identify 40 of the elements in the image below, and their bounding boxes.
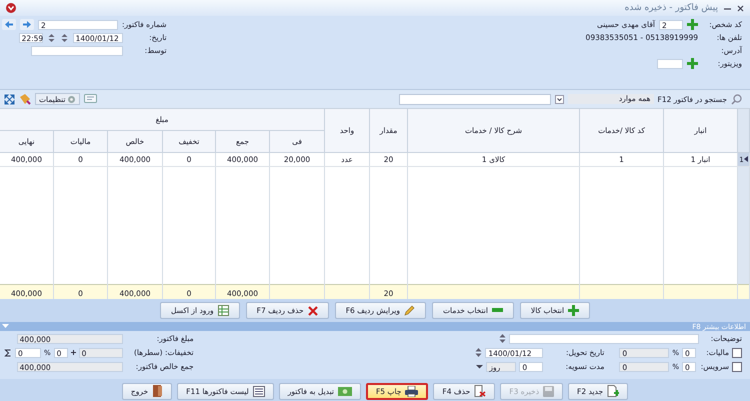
spinner-icon[interactable] — [475, 348, 482, 357]
dropdown-caret-icon[interactable] — [554, 94, 564, 104]
collapse-caret-icon — [2, 324, 9, 329]
plus-sign-icon — [70, 350, 76, 355]
current-row-icon — [744, 156, 748, 162]
search-field[interactable] — [398, 94, 551, 104]
door-icon — [152, 385, 164, 397]
close-icon[interactable] — [737, 4, 744, 12]
previous-arrow-icon[interactable] — [2, 19, 16, 30]
add-icon[interactable] — [687, 19, 698, 30]
dropdown-caret-icon[interactable] — [476, 362, 484, 371]
paint-icon[interactable] — [19, 94, 31, 104]
sum-icon[interactable] — [4, 348, 12, 356]
message-icon[interactable] — [84, 94, 98, 104]
next-arrow-icon[interactable] — [20, 19, 34, 30]
window-title: پیش فاکتور - ذخیره شده — [624, 3, 718, 13]
spinner-icon[interactable] — [499, 334, 506, 343]
checkbox[interactable] — [732, 362, 742, 372]
by-field[interactable] — [30, 46, 123, 56]
settings-icon — [67, 94, 76, 104]
delete-document-icon — [474, 385, 486, 397]
spinner-icon[interactable] — [60, 32, 69, 42]
visitor-field[interactable] — [657, 58, 683, 68]
floppy-icon — [543, 386, 554, 396]
delete-icon — [308, 306, 318, 316]
spreadsheet-icon — [218, 305, 229, 316]
expand-icon[interactable] — [4, 94, 15, 104]
notes-field[interactable] — [509, 334, 699, 344]
new-document-icon — [607, 385, 620, 397]
plus-icon — [568, 305, 580, 316]
add-icon[interactable] — [687, 58, 698, 69]
banknote-icon — [338, 386, 352, 396]
checkbox[interactable] — [732, 348, 742, 358]
minus-icon — [492, 308, 503, 313]
pencil-icon — [404, 305, 415, 316]
search-icon — [731, 94, 742, 104]
printer-icon — [405, 386, 418, 396]
list-icon — [252, 386, 265, 396]
app-logo-icon — [6, 3, 16, 13]
spinner-icon[interactable] — [46, 32, 56, 42]
